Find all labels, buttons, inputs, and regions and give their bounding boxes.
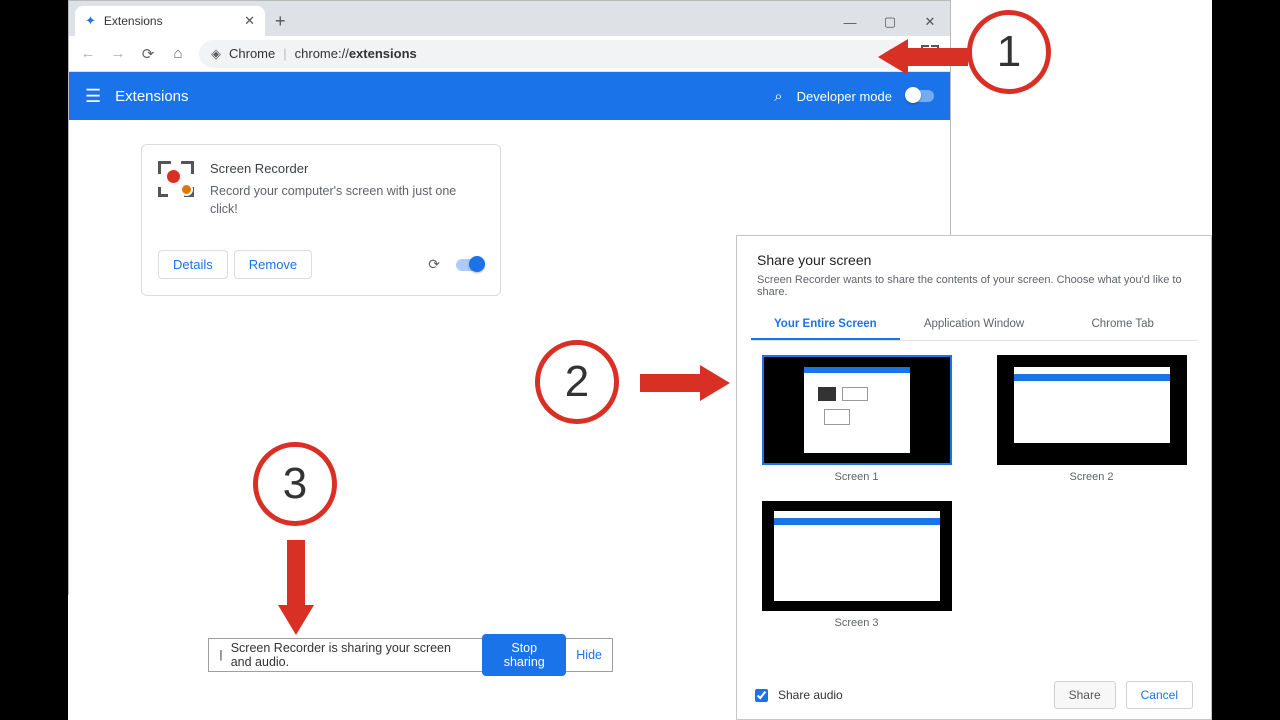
address-bar: ← → ⟳ ⌂ ◈ Chrome | chrome://extensions ☆ — [69, 36, 950, 72]
browser-tab[interactable]: ✦ Extensions ✕ — [75, 6, 265, 36]
developer-mode-toggle[interactable] — [906, 90, 934, 102]
url-prefix: Chrome — [229, 46, 275, 61]
annotation-3: 3 — [253, 442, 337, 526]
details-button[interactable]: Details — [158, 250, 228, 279]
maximize-button[interactable]: ▢ — [870, 8, 910, 36]
share-audio-checkbox[interactable] — [755, 689, 768, 702]
dialog-tabs: Your Entire Screen Application Window Ch… — [751, 310, 1197, 341]
extension-enable-toggle[interactable] — [456, 259, 484, 271]
forward-button[interactable]: → — [109, 45, 127, 62]
extension-logo-icon — [158, 161, 194, 197]
tab-strip: ✦ Extensions ✕ + — ▢ ✕ — [69, 1, 950, 36]
home-button[interactable]: ⌂ — [169, 45, 187, 62]
puzzle-icon: ✦ — [85, 13, 96, 29]
extension-description: Record your computer's screen with just … — [210, 182, 460, 218]
minimize-button[interactable]: — — [830, 8, 870, 36]
pause-icon[interactable]: || — [219, 649, 221, 661]
site-info-icon: ◈ — [211, 46, 221, 62]
tab-entire-screen[interactable]: Your Entire Screen — [751, 310, 900, 340]
close-window-button[interactable]: ✕ — [910, 8, 950, 36]
arrow-3 — [273, 540, 319, 635]
omnibox[interactable]: ◈ Chrome | chrome://extensions ☆ — [199, 40, 908, 68]
annotation-1: 1 — [967, 10, 1051, 94]
thumb-label: Screen 1 — [834, 471, 878, 483]
sharing-status-bar: || Screen Recorder is sharing your scree… — [208, 638, 613, 672]
tab-title: Extensions — [104, 14, 163, 28]
stop-sharing-button[interactable]: Stop sharing — [482, 634, 566, 676]
thumb-label: Screen 2 — [1069, 471, 1113, 483]
tab-chrome-tab[interactable]: Chrome Tab — [1048, 310, 1197, 340]
share-screen-dialog: Share your screen Screen Recorder wants … — [736, 235, 1212, 720]
sharing-message: Screen Recorder is sharing your screen a… — [231, 641, 472, 669]
share-audio-label: Share audio — [778, 688, 843, 702]
annotation-2: 2 — [535, 340, 619, 424]
arrow-2 — [640, 360, 730, 406]
cancel-button[interactable]: Cancel — [1126, 681, 1193, 709]
menu-icon[interactable]: ☰ — [85, 86, 101, 107]
share-button[interactable]: Share — [1054, 681, 1116, 709]
extension-card: Screen Recorder Record your computer's s… — [141, 144, 501, 296]
hide-button[interactable]: Hide — [576, 648, 602, 662]
screen-thumb-1[interactable] — [762, 355, 952, 465]
back-button[interactable]: ← — [79, 45, 97, 62]
dialog-title: Share your screen — [757, 252, 1191, 268]
tab-app-window[interactable]: Application Window — [900, 310, 1049, 340]
extensions-header: ☰ Extensions ⌕ Developer mode — [69, 72, 950, 120]
reload-extension-icon[interactable]: ⟳ — [428, 256, 440, 273]
thumb-label: Screen 3 — [834, 617, 878, 629]
dialog-subtitle: Screen Recorder wants to share the conte… — [757, 274, 1191, 298]
close-tab-icon[interactable]: ✕ — [244, 13, 255, 29]
search-icon[interactable]: ⌕ — [774, 88, 782, 105]
extension-name: Screen Recorder — [210, 161, 460, 176]
remove-button[interactable]: Remove — [234, 250, 312, 279]
window-controls: — ▢ ✕ — [830, 8, 950, 36]
screen-thumb-3[interactable] — [762, 501, 952, 611]
reload-button[interactable]: ⟳ — [139, 45, 157, 63]
screen-thumb-2[interactable] — [997, 355, 1187, 465]
page-title: Extensions — [115, 88, 188, 105]
new-tab-button[interactable]: + — [265, 11, 296, 36]
developer-mode-label: Developer mode — [797, 89, 892, 104]
arrow-1 — [878, 34, 968, 80]
